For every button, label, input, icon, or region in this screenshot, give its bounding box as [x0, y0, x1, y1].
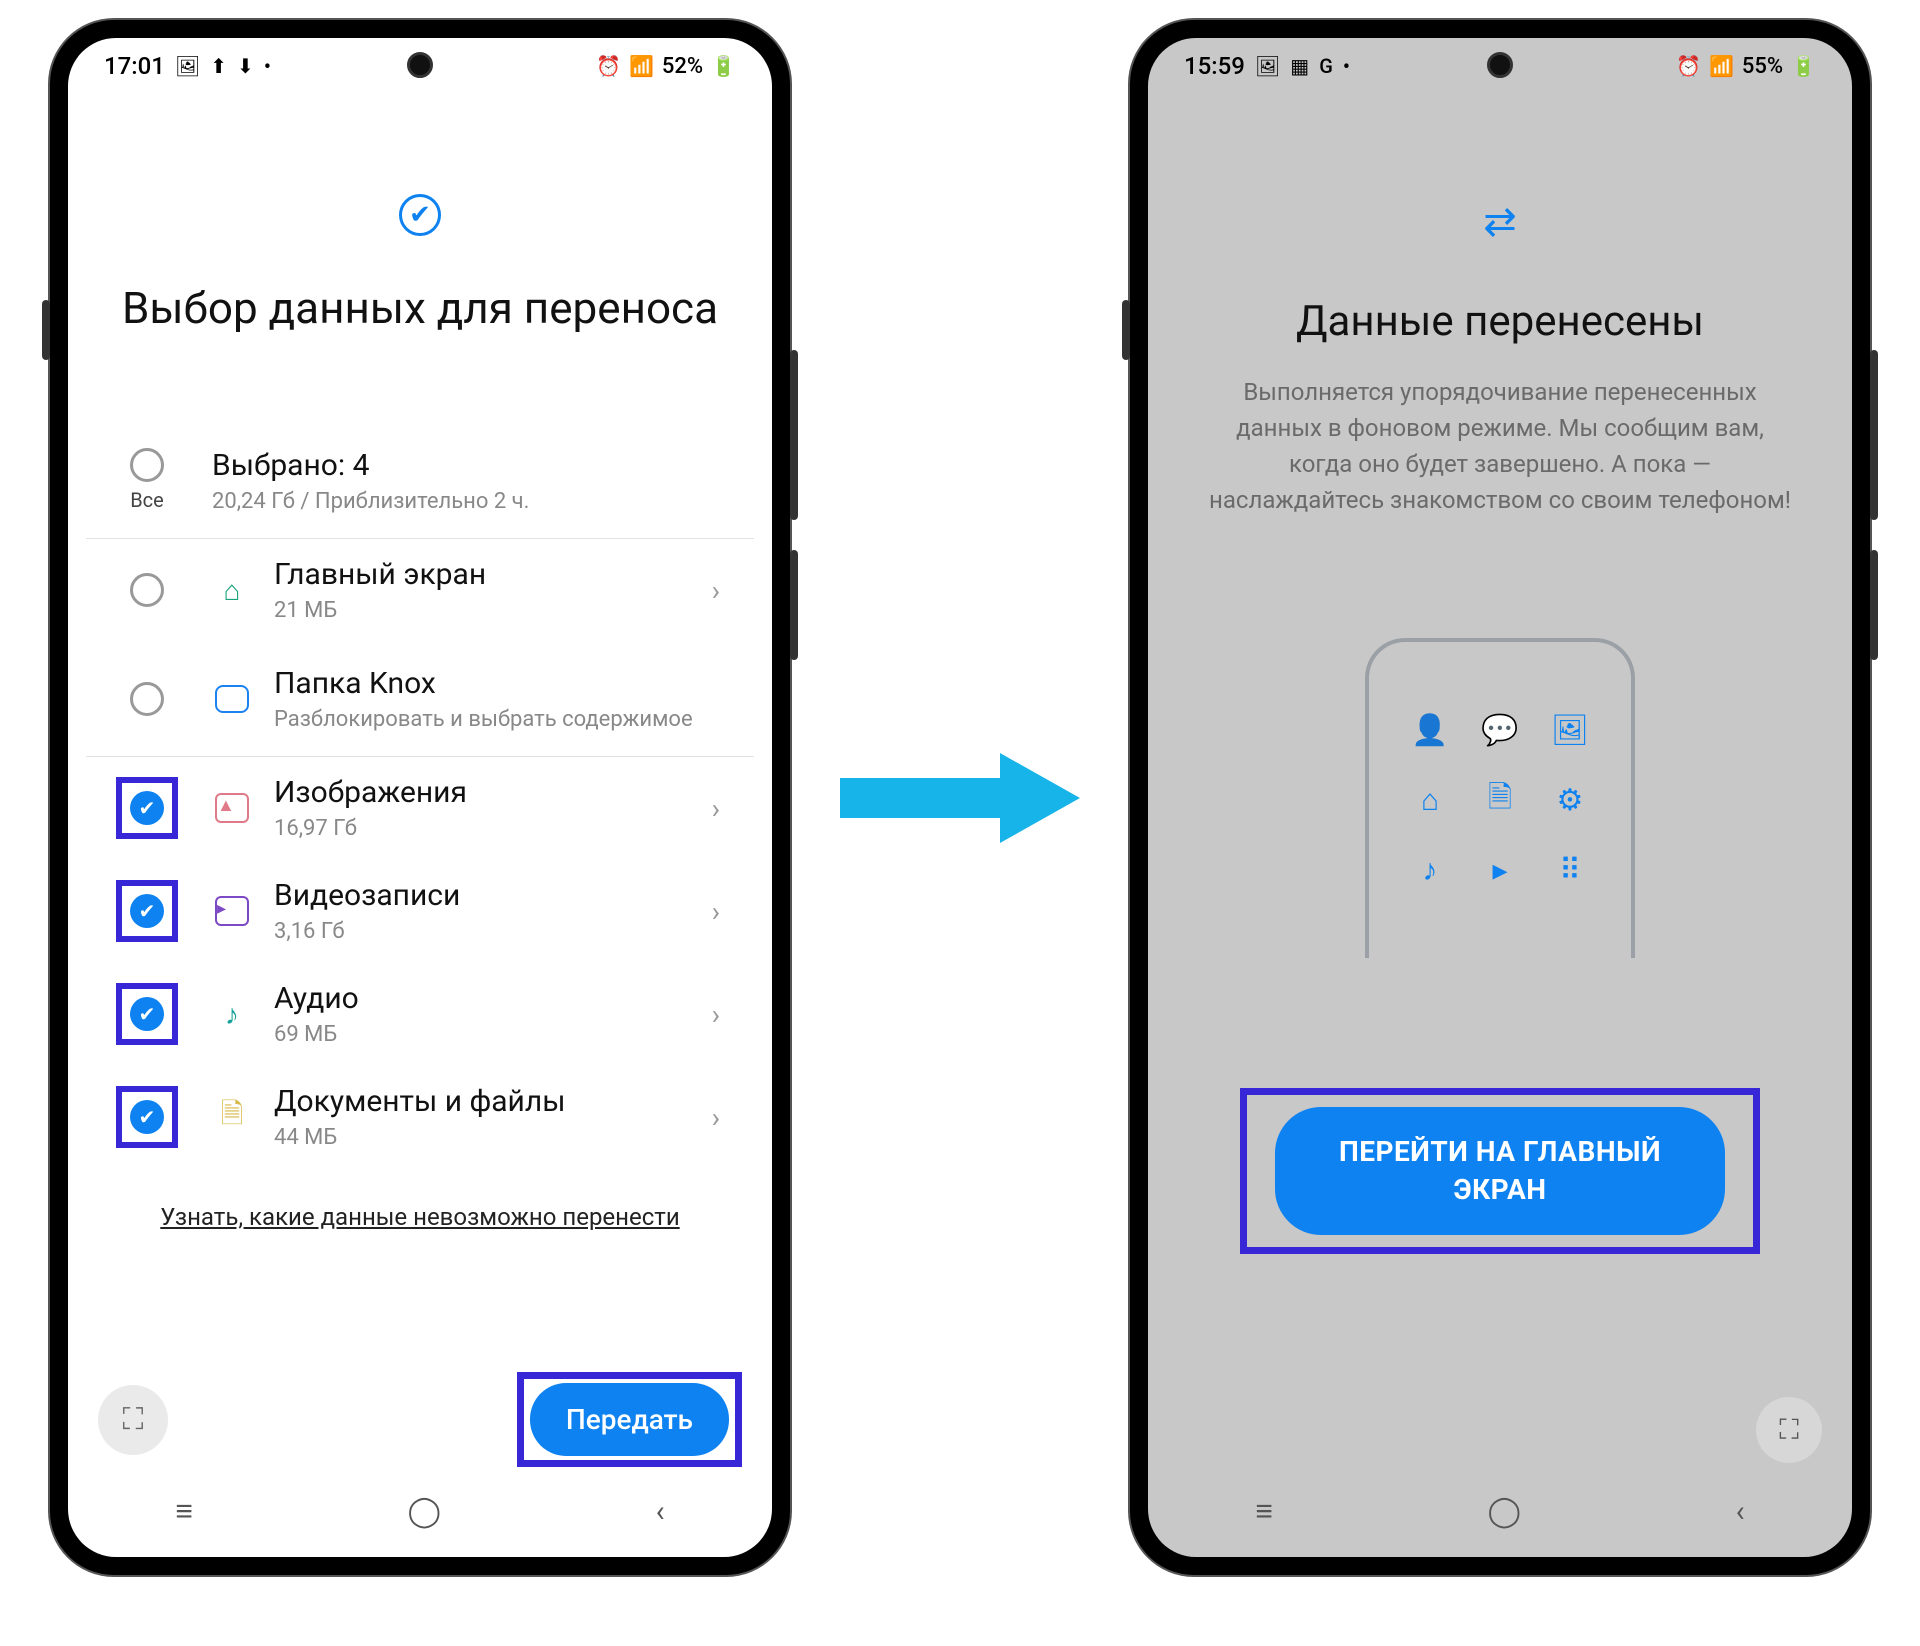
row-sub: 21 МБ [274, 598, 690, 623]
highlight-box: ПЕРЕЙТИ НА ГЛАВНЫЙ ЭКРАН [1240, 1088, 1760, 1254]
qr-scan-button[interactable]: ⛶ [98, 1385, 168, 1455]
alarm-icon: ⏰ [1676, 54, 1701, 78]
android-nav-bar: ≡ ◯ ‹ [68, 1483, 772, 1539]
camera-cutout [1487, 52, 1513, 78]
page-title: Данные перенесены [1148, 297, 1852, 346]
camera-cutout [407, 52, 433, 78]
android-nav-bar: ≡ ◯ ‹ [1148, 1483, 1852, 1539]
selected-size: 20,24 Гб / Приблизительно 2 ч. [212, 489, 720, 514]
chevron-right-icon: › [712, 574, 720, 607]
battery-icon: 🔋 [711, 54, 736, 78]
checkbox-home[interactable] [130, 573, 164, 607]
chevron-right-icon: › [712, 998, 720, 1031]
music-note-icon: ♪ [212, 994, 252, 1034]
checkbox-audio[interactable]: ✔ [130, 997, 164, 1031]
person-icon: 👤 [1404, 704, 1456, 756]
row-title: Видеозаписи [274, 878, 690, 913]
apps-icon: ⠿ [1544, 844, 1596, 896]
row-knox[interactable]: Папка Knox Разблокировать и выбрать соде… [86, 642, 754, 757]
highlight-box: ✔ [116, 1086, 178, 1148]
recents-button[interactable]: ≡ [1255, 1494, 1273, 1529]
row-images[interactable]: ✔ ▲ Изображения 16,97 Гб › [86, 757, 754, 860]
checkbox-knox[interactable] [130, 682, 164, 716]
highlight-box: ✔ [116, 880, 178, 942]
row-title: Главный экран [274, 557, 690, 592]
qr-scan-button[interactable]: ⛶ [1756, 1397, 1822, 1463]
chevron-right-icon: › [712, 792, 720, 825]
image-icon: ▲ [212, 788, 252, 828]
home-icon: ⌂ [1404, 774, 1456, 826]
music-note-icon: ♪ [1404, 844, 1456, 896]
send-button[interactable]: Передать [530, 1383, 729, 1456]
row-sub: 44 МБ [274, 1125, 690, 1150]
back-button[interactable]: ‹ [1736, 1494, 1745, 1529]
page-subtitle: Выполняется упорядочивание перенесенных … [1208, 374, 1792, 518]
select-all-label: Все [130, 488, 164, 512]
row-home-screen[interactable]: ⌂ Главный экран 21 МБ › [86, 539, 754, 642]
checkbox-documents[interactable]: ✔ [130, 1100, 164, 1134]
goto-home-button[interactable]: ПЕРЕЙТИ НА ГЛАВНЫЙ ЭКРАН [1275, 1107, 1725, 1235]
chevron-right-icon: › [712, 895, 720, 928]
chat-icon: 💬 [1474, 704, 1526, 756]
signal-icon: 📶 [629, 54, 654, 78]
signal-icon: 📶 [1709, 54, 1734, 78]
battery-text: 55% [1742, 54, 1783, 79]
home-icon: ⌂ [212, 570, 252, 610]
video-icon: ▸ [212, 891, 252, 931]
page-title: Выбор данных для переноса [68, 282, 772, 334]
status-time: 17:01 [104, 52, 165, 80]
row-title: Аудио [274, 981, 690, 1016]
row-documents[interactable]: ✔ 🗎 Документы и файлы 44 МБ › [86, 1066, 754, 1169]
folder-icon [212, 679, 252, 719]
row-audio[interactable]: ✔ ♪ Аудио 69 МБ › [86, 963, 754, 1066]
more-icon: • [1343, 54, 1350, 78]
upload-icon: ⬆ [210, 54, 227, 78]
document-icon: 🗎 [212, 1097, 252, 1137]
picture-icon: 🖼 [1544, 704, 1596, 756]
phone-left: 17:01 🖼 ⬆ ⬇ • ⏰ 📶 52% 🔋 ✔ Выбор данных д… [50, 20, 790, 1575]
highlight-box: ✔ [116, 777, 178, 839]
select-all-checkbox[interactable] [130, 448, 164, 482]
phone-right: 15:59 🖼 ▦ G • ⏰ 📶 55% 🔋 ⇄ Данные перенес… [1130, 20, 1870, 1575]
row-sub: 16,97 Гб [274, 816, 690, 841]
data-category-list: Все Выбрано: 4 20,24 Гб / Приблизительно… [68, 424, 772, 1169]
row-sub: Разблокировать и выбрать содержимое [274, 707, 720, 732]
cannot-transfer-link[interactable]: Узнать, какие данные невозможно перенест… [68, 1203, 772, 1231]
row-videos[interactable]: ✔ ▸ Видеозаписи 3,16 Гб › [86, 860, 754, 963]
download-icon: ⬇ [237, 54, 254, 78]
battery-text: 52% [662, 54, 703, 79]
transfer-icon: ⇄ [1148, 198, 1852, 245]
calendar-icon: ▦ [1290, 54, 1309, 78]
gear-icon: ⚙ [1544, 774, 1596, 826]
recents-button[interactable]: ≡ [175, 1494, 193, 1529]
google-icon: G [1319, 54, 1333, 78]
alarm-icon: ⏰ [596, 54, 621, 78]
phone-illustration: 👤 💬 🖼 ⌂ 🗎 ⚙ ♪ ▸ ⠿ [1365, 638, 1635, 958]
checkbox-images[interactable]: ✔ [130, 791, 164, 825]
row-title: Документы и файлы [274, 1084, 690, 1119]
row-sub: 3,16 Гб [274, 919, 690, 944]
back-button[interactable]: ‹ [656, 1494, 665, 1529]
status-time: 15:59 [1184, 52, 1245, 80]
header-check-icon: ✔ [68, 194, 772, 236]
arrow-right-icon [830, 20, 1090, 1575]
row-title: Изображения [274, 775, 690, 810]
picture-icon: 🖼 [175, 54, 200, 78]
row-title: Папка Knox [274, 666, 720, 701]
picture-icon: 🖼 [1255, 54, 1280, 78]
chevron-right-icon: › [712, 1101, 720, 1134]
row-sub: 69 МБ [274, 1022, 690, 1047]
home-button[interactable]: ◯ [1487, 1494, 1521, 1529]
highlight-box: ✔ [116, 983, 178, 1045]
battery-icon: 🔋 [1791, 54, 1816, 78]
checkbox-videos[interactable]: ✔ [130, 894, 164, 928]
home-button[interactable]: ◯ [407, 1494, 441, 1529]
selected-count: Выбрано: 4 [212, 448, 720, 483]
select-all-row[interactable]: Все Выбрано: 4 20,24 Гб / Приблизительно… [86, 424, 754, 539]
highlight-box: Передать [517, 1372, 742, 1467]
file-icon: 🗎 [1474, 774, 1526, 826]
more-icon: • [264, 54, 271, 78]
play-icon: ▸ [1474, 844, 1526, 896]
